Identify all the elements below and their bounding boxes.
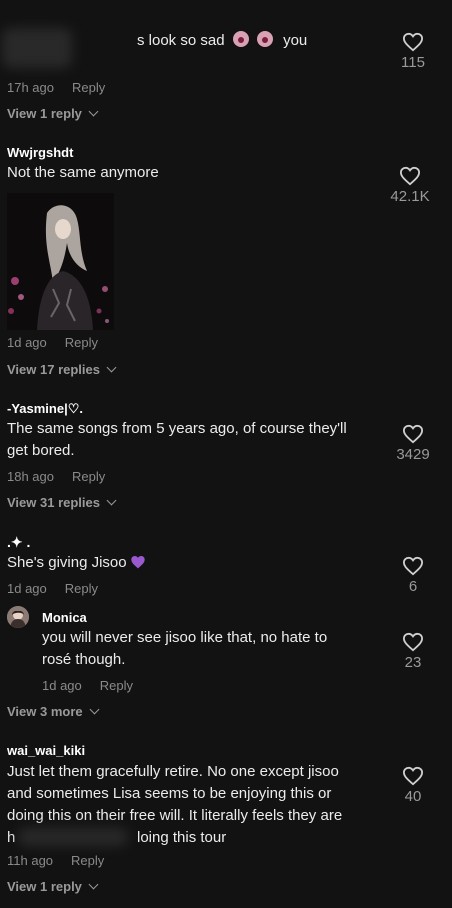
like-count: 3429 <box>396 446 430 463</box>
username[interactable]: .✦ . <box>7 534 30 551</box>
reply-button[interactable]: Reply <box>65 581 98 596</box>
like-count: 115 <box>401 54 425 71</box>
chevron-down-icon <box>106 495 117 506</box>
comment-meta: 17h ago Reply <box>7 80 106 95</box>
avatar[interactable] <box>7 606 29 628</box>
view-replies-button[interactable]: View 17 replies <box>7 362 117 377</box>
crying-face-icon <box>232 31 249 47</box>
comment-image[interactable] <box>7 193 114 330</box>
reply-button[interactable]: Reply <box>72 80 105 95</box>
like-button[interactable]: 42.1K <box>380 166 440 205</box>
comment-meta: 1d ago Reply <box>42 678 134 693</box>
blurred-avatar <box>2 28 72 68</box>
heart-outline-icon <box>402 766 424 786</box>
username[interactable]: Monica <box>42 610 87 625</box>
comment-text: She's giving Jisoo <box>7 552 146 574</box>
comment-text: Not the same anymore <box>7 164 159 181</box>
chevron-down-icon <box>106 362 117 373</box>
comment-meta: 11h ago Reply <box>7 853 105 868</box>
comment-text-line: doing this on their free will. It litera… <box>7 807 343 824</box>
reply-button[interactable]: Reply <box>72 469 105 484</box>
comment-text-line: you will never see jisoo like that, no h… <box>42 629 328 646</box>
username[interactable]: -Yasmine|♡. <box>7 401 83 417</box>
chevron-down-icon <box>89 704 100 715</box>
like-count: 6 <box>408 578 418 595</box>
view-replies-button[interactable]: View 1 reply <box>7 879 99 894</box>
reply-button[interactable]: Reply <box>100 678 133 693</box>
like-button[interactable]: 115 <box>388 32 438 71</box>
heart-outline-icon <box>402 32 424 52</box>
heart-outline-icon <box>402 632 424 652</box>
view-replies-button[interactable]: View 31 replies <box>7 495 117 510</box>
view-replies-button[interactable]: View 1 reply <box>7 106 99 121</box>
comment-text-line: get bored. <box>7 442 75 459</box>
comment-text-line: rosé though. <box>42 651 126 668</box>
comment-meta: 18h ago Reply <box>7 469 106 484</box>
like-count: 40 <box>404 788 422 805</box>
reply-button[interactable]: Reply <box>65 335 98 350</box>
comment-text-line-start: h <box>7 829 16 846</box>
heart-outline-icon <box>402 556 424 576</box>
heart-outline-icon <box>402 424 424 444</box>
comment-text-line: The same songs from 5 years ago, of cour… <box>7 420 347 437</box>
reply-button[interactable]: Reply <box>71 853 104 868</box>
performer-photo <box>7 193 114 330</box>
like-button[interactable]: 40 <box>388 766 438 805</box>
purple-heart-icon <box>130 555 145 569</box>
blurred-text <box>18 828 128 846</box>
view-more-button[interactable]: View 3 more <box>7 704 100 719</box>
like-button[interactable]: 6 <box>388 556 438 595</box>
comment-text-line-end: loing this tour <box>137 829 227 846</box>
like-count: 42.1K <box>390 188 430 205</box>
username[interactable]: Wwjrgshdt <box>7 145 73 160</box>
like-button[interactable]: 3429 <box>388 424 438 463</box>
username[interactable]: wai_wai_kiki <box>7 743 85 758</box>
like-button[interactable]: 23 <box>388 632 438 671</box>
comment-meta: 1d ago Reply <box>7 581 99 596</box>
comment-text-line: Just let them gracefully retire. No one … <box>7 763 339 780</box>
crying-face-icon <box>256 31 273 47</box>
chevron-down-icon <box>88 879 99 890</box>
heart-outline-icon <box>399 166 421 186</box>
comment-meta: 1d ago Reply <box>7 335 99 350</box>
comment-text-line: and sometimes Lisa seems to be enjoying … <box>7 785 332 802</box>
like-count: 23 <box>404 654 422 671</box>
comment-text: s look so sad you <box>137 31 308 49</box>
chevron-down-icon <box>88 106 99 117</box>
